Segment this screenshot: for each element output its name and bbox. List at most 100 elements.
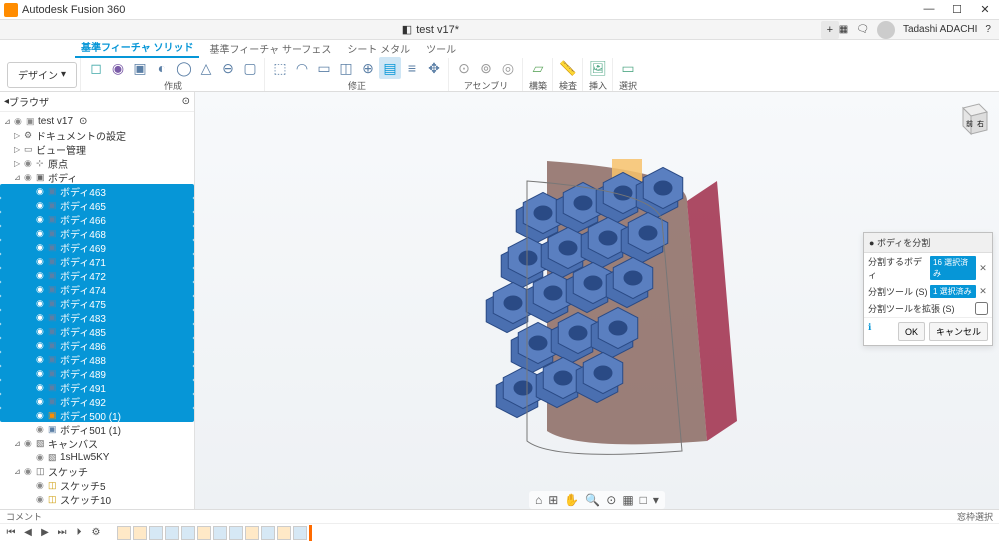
tree-node[interactable]: ▷◉⊹原点 (0, 156, 194, 170)
view-cube[interactable]: 前 右 (951, 100, 991, 140)
info-icon[interactable]: ℹ (868, 322, 871, 341)
tree-node[interactable]: ◉▣ボディ471 (0, 254, 194, 268)
notifications-icon[interactable]: 🗨 (856, 24, 869, 35)
tree-node[interactable]: ◉▣ボディ463 (0, 184, 194, 198)
bodies-to-split-value[interactable]: 16 選択済み (930, 256, 976, 280)
tree-node[interactable]: ◉▣ボディ483 (0, 310, 194, 324)
ribbon-tab-solid[interactable]: 基準フィーチャ ソリッド (75, 37, 199, 58)
timeline-settings-button[interactable]: ⚙ (89, 527, 103, 538)
timeline-feature[interactable] (133, 526, 147, 540)
joint-button[interactable]: ⊙ (453, 57, 475, 79)
draft-button[interactable]: ◫ (335, 57, 357, 79)
tree-node[interactable]: ◉◫スケッチ5 (0, 478, 194, 492)
timeline-feature[interactable] (165, 526, 179, 540)
orbit-icon[interactable]: ⊞ (548, 493, 558, 507)
split-tool-value[interactable]: 1 選択済み (930, 285, 976, 298)
timeline[interactable]: ⏮ ◀ ▶ ⏭ ⏵ ⚙ (0, 524, 999, 541)
timeline-feature[interactable] (213, 526, 227, 540)
timeline-scrubber[interactable] (309, 525, 312, 541)
ribbon-tab-tool[interactable]: ツール (420, 39, 462, 58)
tree-node[interactable]: ⊿◉▣test v17⊙ (0, 114, 194, 128)
fillet-button[interactable]: ◠ (291, 57, 313, 79)
tree-node[interactable]: ⊿◉▧キャンバス (0, 436, 194, 450)
align-button[interactable]: ≡ (401, 57, 423, 79)
tree-node[interactable]: ◉▣ボディ475 (0, 296, 194, 310)
timeline-feature[interactable] (261, 526, 275, 540)
loft-button[interactable]: △ (195, 57, 217, 79)
measure-button[interactable]: 📏 (557, 57, 579, 79)
tree-node[interactable]: ◉▣ボディ501 (1) (0, 422, 194, 436)
browser-tree[interactable]: ⊿◉▣test v17⊙▷⚙ドキュメントの設定▷▭ビュー管理▷◉⊹原点⊿◉▣ボデ… (0, 112, 194, 509)
tree-node[interactable]: ◉▣ボディ491 (0, 380, 194, 394)
workspace-switcher[interactable]: デザイン▾ (7, 62, 77, 88)
tree-node[interactable]: ◉▣ボディ469 (0, 240, 194, 254)
zoom-icon[interactable]: 🔍 (585, 493, 600, 507)
comments-label[interactable]: コメント (6, 510, 42, 523)
construct-plane-button[interactable]: ▱ (527, 57, 549, 79)
tree-node[interactable]: ◉▣ボディ485 (0, 324, 194, 338)
cancel-button[interactable]: キャンセル (929, 322, 988, 341)
tree-node[interactable]: ◉▣ボディ486 (0, 338, 194, 352)
clear-bodies-icon[interactable]: ✕ (978, 263, 988, 274)
tree-node[interactable]: ◉▣ボディ488 (0, 352, 194, 366)
timeline-feature[interactable] (149, 526, 163, 540)
display-settings-icon[interactable]: ▦ (622, 493, 633, 507)
extrude-button[interactable]: ▣ (129, 57, 151, 79)
help-icon[interactable]: ? (985, 24, 991, 35)
clear-tool-icon[interactable]: ✕ (978, 286, 988, 297)
tree-node[interactable]: ◉▣ボディ468 (0, 226, 194, 240)
joint-origin-button[interactable]: ◎ (497, 57, 519, 79)
tree-node[interactable]: ◉◫スケッチ11 (0, 506, 194, 509)
viewports-icon[interactable]: ▾ (653, 493, 659, 507)
insert-button[interactable]: 🖼 (587, 57, 609, 79)
extend-tool-checkbox[interactable] (975, 302, 988, 315)
timeline-next-button[interactable]: ▶ (38, 527, 52, 538)
ribbon-tab-surface[interactable]: 基準フィーチャ サーフェス (203, 39, 337, 58)
maximize-button[interactable]: ☐ (947, 3, 967, 16)
extensions-icon[interactable]: ▦ (839, 24, 848, 35)
revolve-button[interactable]: ◐ (151, 57, 173, 79)
tree-node[interactable]: ◉▣ボディ474 (0, 282, 194, 296)
new-tab-button[interactable]: + (821, 21, 839, 39)
minimize-button[interactable]: — (919, 3, 939, 16)
hole-button[interactable]: ⊖ (217, 57, 239, 79)
timeline-feature[interactable] (181, 526, 195, 540)
tree-node[interactable]: ◉▣ボディ472 (0, 268, 194, 282)
fit-icon[interactable]: ⊙ (606, 493, 616, 507)
timeline-feature[interactable] (245, 526, 259, 540)
pan-icon[interactable]: ✋ (564, 493, 579, 507)
new-sketch-button[interactable]: ◻ (85, 57, 107, 79)
move-button[interactable]: ✥ (423, 57, 445, 79)
home-view-icon[interactable]: ⌂ (535, 493, 542, 507)
ok-button[interactable]: OK (898, 322, 925, 341)
as-built-joint-button[interactable]: ⊚ (475, 57, 497, 79)
tree-node[interactable]: ⊿◉▣ボディ (0, 170, 194, 184)
tree-node[interactable]: ◉◫スケッチ10 (0, 492, 194, 506)
grid-icon[interactable]: □ (640, 493, 647, 507)
timeline-last-button[interactable]: ⏭ (55, 527, 69, 538)
timeline-feature[interactable] (197, 526, 211, 540)
tree-node[interactable]: ◉▣ボディ492 (0, 394, 194, 408)
tree-node[interactable]: ◉▣ボディ465 (0, 198, 194, 212)
close-button[interactable]: ✕ (975, 3, 995, 16)
timeline-feature[interactable] (277, 526, 291, 540)
tree-node[interactable]: ◉▣ボディ500 (1) (0, 408, 194, 422)
timeline-feature[interactable] (229, 526, 243, 540)
timeline-play-button[interactable]: ⏵ (72, 527, 86, 538)
user-avatar[interactable] (877, 21, 895, 39)
box-button[interactable]: ▢ (239, 57, 261, 79)
timeline-first-button[interactable]: ⏮ (4, 527, 18, 538)
press-pull-button[interactable]: ⬚ (269, 57, 291, 79)
ribbon-tab-sheetmetal[interactable]: シート メタル (341, 39, 416, 58)
window-select-label[interactable]: 窓枠選択 (957, 510, 993, 523)
timeline-feature[interactable] (117, 526, 131, 540)
tree-node[interactable]: ◉▣ボディ489 (0, 366, 194, 380)
create-form-button[interactable]: ◉ (107, 57, 129, 79)
shell-button[interactable]: ▭ (313, 57, 335, 79)
file-tab[interactable]: ◧ test v17* (394, 20, 467, 39)
select-button[interactable]: ▭ (617, 57, 639, 79)
split-body-button[interactable]: ▤ (379, 57, 401, 79)
browser-settings-icon[interactable]: ⊙ (182, 96, 190, 107)
combine-button[interactable]: ⊕ (357, 57, 379, 79)
tree-node[interactable]: ◉▧1sHLw5KY (0, 450, 194, 464)
